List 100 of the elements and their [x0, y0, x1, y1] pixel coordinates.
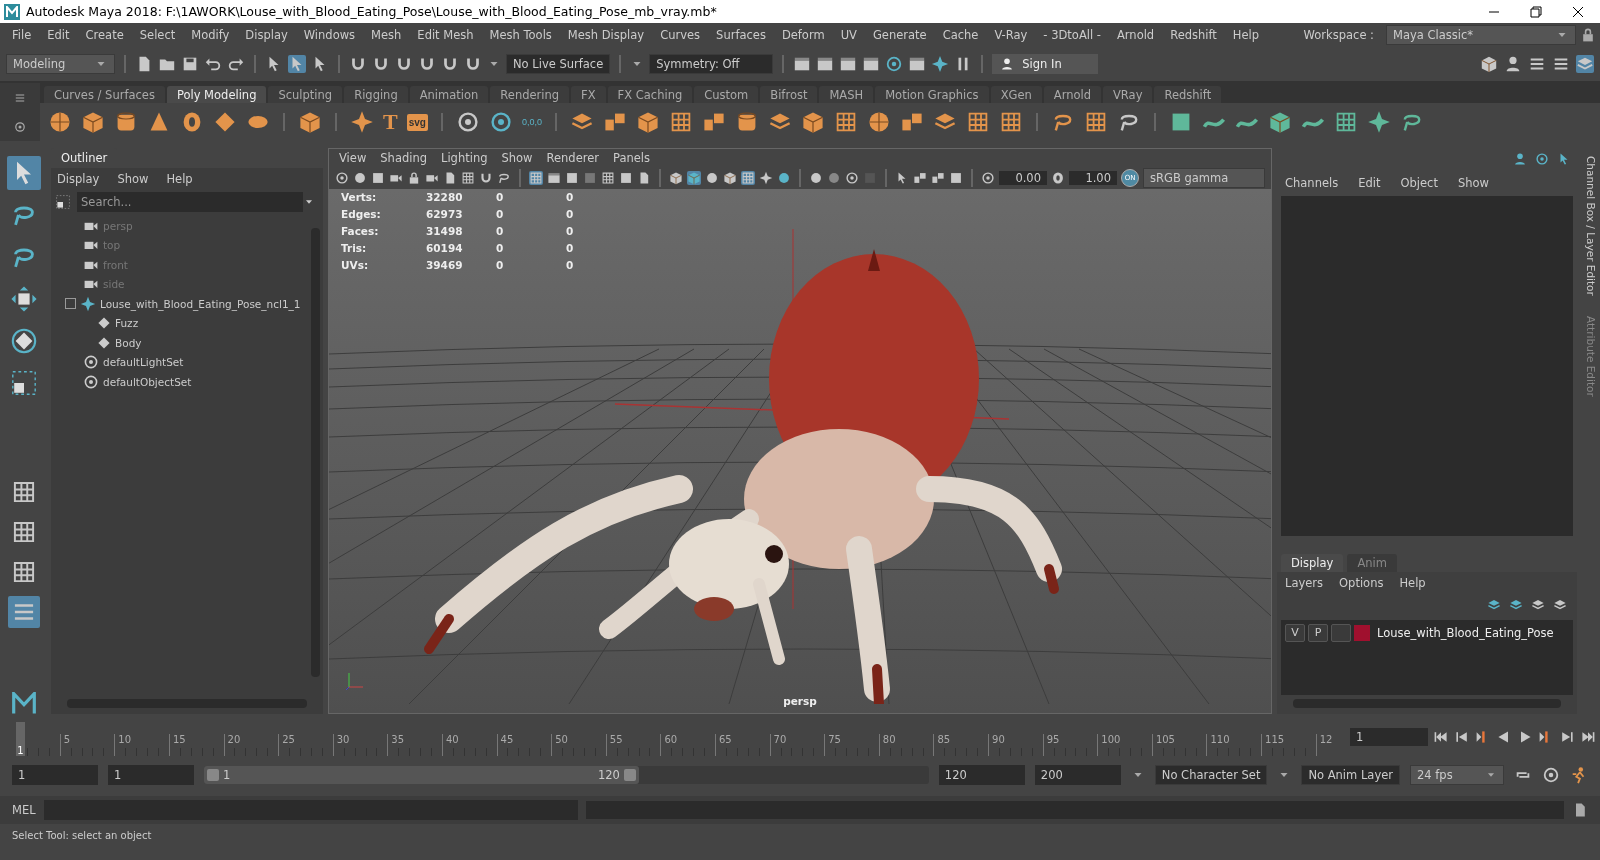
visibility-toggle[interactable]: V: [1285, 624, 1305, 642]
history-icon[interactable]: [488, 110, 513, 134]
menu-item[interactable]: Channels: [1285, 176, 1339, 190]
menu-item[interactable]: Modify: [183, 28, 238, 42]
go-to-end-icon[interactable]: [1580, 729, 1596, 745]
cube-icon[interactable]: [635, 110, 660, 134]
shelf-tab[interactable]: MASH: [819, 86, 874, 103]
menu-item[interactable]: Windows: [295, 28, 364, 42]
grid-icon[interactable]: [461, 171, 475, 185]
aa-icon[interactable]: [845, 171, 859, 185]
xray-joints-icon[interactable]: [913, 171, 927, 185]
menu-item[interactable]: Select: [131, 28, 184, 42]
live-surface-field[interactable]: No Live Surface: [506, 54, 611, 74]
lighting-icon[interactable]: [931, 55, 950, 73]
outliner-item[interactable]: defaultLightSet: [103, 356, 184, 369]
symmetry-dropdown[interactable]: Symmetry: Off: [649, 54, 774, 74]
shade-icon[interactable]: [705, 171, 719, 185]
menu-item[interactable]: Layers: [1285, 576, 1324, 590]
save-icon[interactable]: [181, 55, 199, 73]
menu-item[interactable]: Display: [237, 28, 296, 42]
start-time-field[interactable]: 1: [12, 765, 98, 785]
menu-item[interactable]: Redshift: [1162, 28, 1225, 42]
menu-item[interactable]: Object: [1400, 176, 1438, 190]
cube-icon[interactable]: [1267, 110, 1292, 134]
command-language-label[interactable]: MEL: [12, 803, 36, 817]
shelf-tab[interactable]: XGen: [990, 86, 1042, 103]
menu-item[interactable]: - 3DtoAll -: [1035, 28, 1109, 42]
menu-item[interactable]: Edit Mesh: [409, 28, 482, 42]
outliner-item[interactable]: Body: [115, 336, 142, 349]
side-tab[interactable]: Channel Box / Layer Editor: [1585, 156, 1597, 296]
shadows-icon[interactable]: [777, 171, 791, 185]
playback-end-field[interactable]: 120: [938, 765, 1025, 785]
lasso-icon[interactable]: [497, 171, 511, 185]
xray-components-icon[interactable]: [931, 171, 945, 185]
shelf-tab[interactable]: FX Caching: [607, 86, 693, 103]
text-tool[interactable]: T: [383, 109, 398, 135]
magnet-icon[interactable]: [479, 171, 493, 185]
menu-item[interactable]: Surfaces: [708, 28, 774, 42]
shelf-tab[interactable]: Rigging: [344, 86, 408, 103]
layer-editor-icon[interactable]: [1535, 152, 1549, 166]
lock-icon[interactable]: [407, 171, 421, 185]
sphere-icon[interactable]: [866, 110, 891, 134]
menu-item[interactable]: Panels: [613, 151, 651, 165]
grid-icon[interactable]: [529, 171, 543, 185]
menu-item[interactable]: Help: [1399, 576, 1426, 590]
film-gate-icon[interactable]: [547, 171, 561, 185]
step-back-icon[interactable]: [1454, 729, 1470, 745]
freeze-transform-button[interactable]: 0,0,0: [521, 117, 542, 127]
menu-item[interactable]: Mesh Display: [559, 28, 653, 42]
close-icon[interactable]: [1572, 5, 1584, 18]
field-chart-icon[interactable]: [601, 171, 615, 185]
wireframe-icon[interactable]: [669, 171, 683, 185]
render-setup-icon[interactable]: [908, 55, 927, 73]
menu-item[interactable]: File: [4, 28, 40, 42]
menu-item[interactable]: Deform: [773, 28, 833, 42]
menu-item[interactable]: Cache: [934, 28, 987, 42]
wire-on-shaded-icon[interactable]: [723, 171, 737, 185]
menu-item[interactable]: Display: [57, 172, 100, 186]
ao-icon[interactable]: [809, 171, 823, 185]
motion-blur-icon[interactable]: [827, 171, 841, 185]
shelf-tab[interactable]: FX: [571, 86, 606, 103]
character-icon[interactable]: [1504, 55, 1522, 73]
outliner-layout-icon[interactable]: [8, 596, 40, 629]
cube-icon[interactable]: [800, 110, 825, 134]
character-set-dropdown[interactable]: No Character Set: [1154, 765, 1268, 785]
render-icon[interactable]: [816, 55, 835, 73]
range-slider[interactable]: [204, 766, 639, 784]
shelf-tab[interactable]: Arnold: [1043, 86, 1101, 103]
platonic-icon[interactable]: [298, 110, 322, 134]
menu-item[interactable]: Create: [77, 28, 132, 42]
playback-start-field[interactable]: 1: [108, 765, 194, 785]
filter-icon[interactable]: [55, 194, 71, 210]
restore-icon[interactable]: [1530, 5, 1542, 18]
shelf-tab[interactable]: Poly Modeling: [166, 86, 267, 103]
hypershade-icon[interactable]: [885, 55, 904, 73]
current-frame-marker[interactable]: 1: [16, 722, 25, 756]
shelf-tab[interactable]: Redshift: [1154, 86, 1222, 103]
textured-icon[interactable]: [741, 171, 755, 185]
shelf-tab[interactable]: VRay: [1103, 86, 1153, 103]
modeling-toolkit-icon[interactable]: [1480, 55, 1498, 73]
gamma-icon[interactable]: [1051, 171, 1065, 185]
outliner-item[interactable]: Louse_with_Blood_Eating_Pose_ncl1_1: [100, 297, 301, 310]
menu-item[interactable]: Mesh: [363, 28, 410, 42]
cube-icon[interactable]: [81, 110, 105, 134]
menu-item[interactable]: Generate: [864, 28, 935, 42]
menu-item[interactable]: Show: [117, 172, 149, 186]
resolution-gate-icon[interactable]: [565, 171, 579, 185]
layer-name[interactable]: Louse_with_Blood_Eating_Pose: [1377, 626, 1554, 640]
move-layer-up-icon[interactable]: [1487, 598, 1501, 612]
menu-item[interactable]: Edit: [1358, 176, 1381, 190]
move-layer-down-icon[interactable]: [1509, 598, 1523, 612]
go-to-start-icon[interactable]: [1433, 729, 1449, 745]
playback-toggle[interactable]: P: [1308, 624, 1328, 642]
menu-item[interactable]: Mesh Tools: [481, 28, 560, 42]
exposure-field[interactable]: 0.00: [999, 171, 1047, 185]
step-forward-icon[interactable]: [1559, 729, 1575, 745]
reference-toggle[interactable]: [1331, 624, 1351, 642]
gamma-field[interactable]: 1.00: [1069, 171, 1117, 185]
exposure-icon[interactable]: [981, 171, 995, 185]
star-icon[interactable]: [350, 110, 374, 134]
